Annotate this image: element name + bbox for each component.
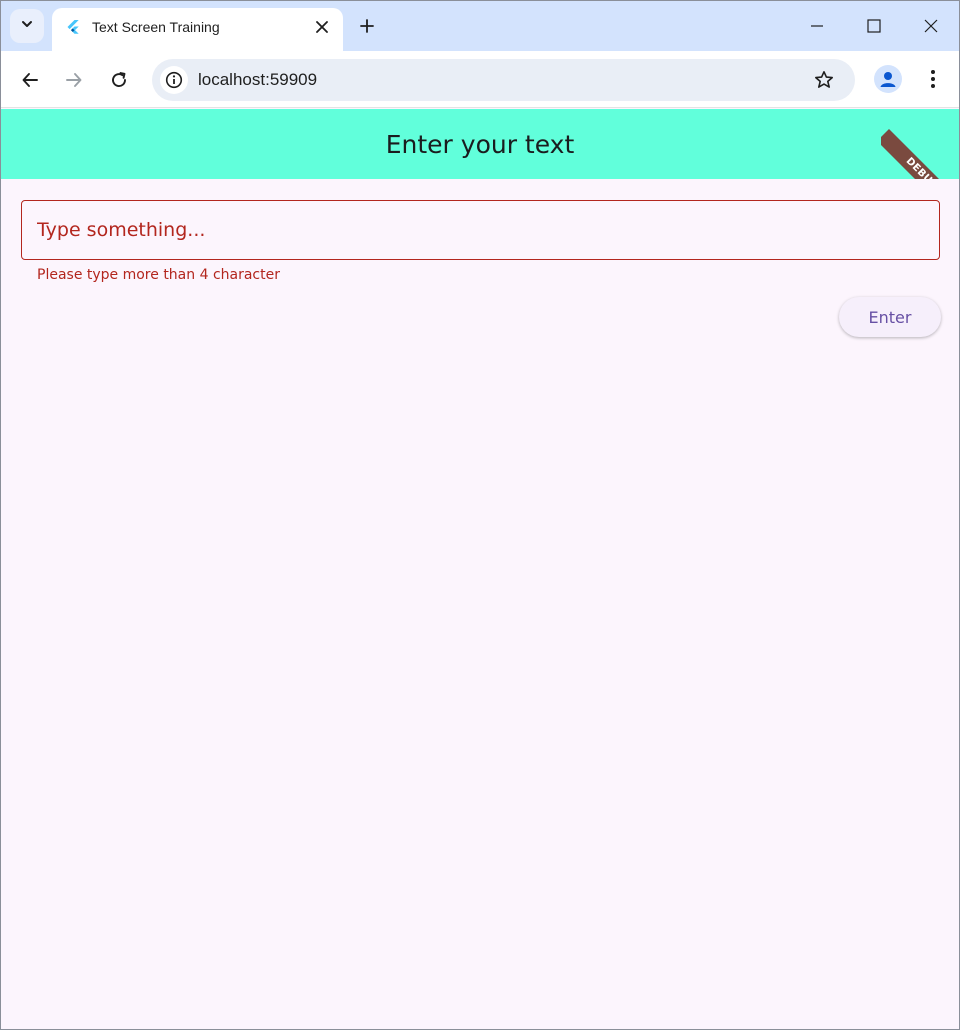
tab-search-button[interactable] [10, 9, 44, 43]
site-info-button[interactable] [160, 66, 188, 94]
browser-menu-button[interactable] [921, 65, 945, 93]
url-text: localhost:59909 [198, 70, 318, 89]
maximize-button[interactable] [861, 13, 887, 39]
chevron-down-icon [20, 17, 34, 36]
page-title: Enter your text [385, 129, 575, 159]
app-body: Please type more than 4 character Enter [1, 179, 959, 1029]
flutter-icon [65, 19, 81, 35]
bookmark-button[interactable] [812, 68, 836, 92]
arrow-left-icon [22, 73, 38, 87]
profile-button[interactable] [874, 65, 902, 93]
tab-title: Text Screen Training [92, 19, 220, 35]
minimize-icon [811, 25, 823, 27]
tab-close-button[interactable] [312, 17, 332, 37]
plus-icon [360, 19, 374, 33]
star-icon [815, 71, 833, 88]
close-icon [316, 21, 328, 33]
arrow-right-icon [66, 73, 82, 87]
forward-button[interactable] [60, 66, 88, 94]
text-field [21, 200, 940, 260]
text-input[interactable] [22, 201, 939, 259]
tab-strip: Text Screen Training [1, 1, 959, 51]
info-icon [165, 71, 183, 89]
validation-error: Please type more than 4 character [37, 267, 280, 283]
enter-button[interactable]: Enter [839, 297, 941, 337]
maximize-icon [867, 19, 881, 33]
more-vert-icon [931, 70, 935, 88]
close-icon [924, 19, 938, 33]
person-icon [880, 72, 896, 87]
window-close-button[interactable] [918, 13, 944, 39]
address-bar[interactable]: localhost:59909 [152, 59, 855, 101]
app-bar: Enter your text [1, 109, 959, 179]
browser-tab[interactable]: Text Screen Training [52, 8, 343, 51]
reload-icon [112, 72, 126, 87]
new-tab-button[interactable] [355, 14, 379, 38]
browser-toolbar: localhost:59909 [1, 51, 959, 108]
minimize-button[interactable] [804, 13, 830, 39]
back-button[interactable] [16, 66, 44, 94]
browser-window: Text Screen Training localhost:59909 Ent… [0, 0, 960, 1030]
reload-button[interactable] [105, 66, 133, 94]
